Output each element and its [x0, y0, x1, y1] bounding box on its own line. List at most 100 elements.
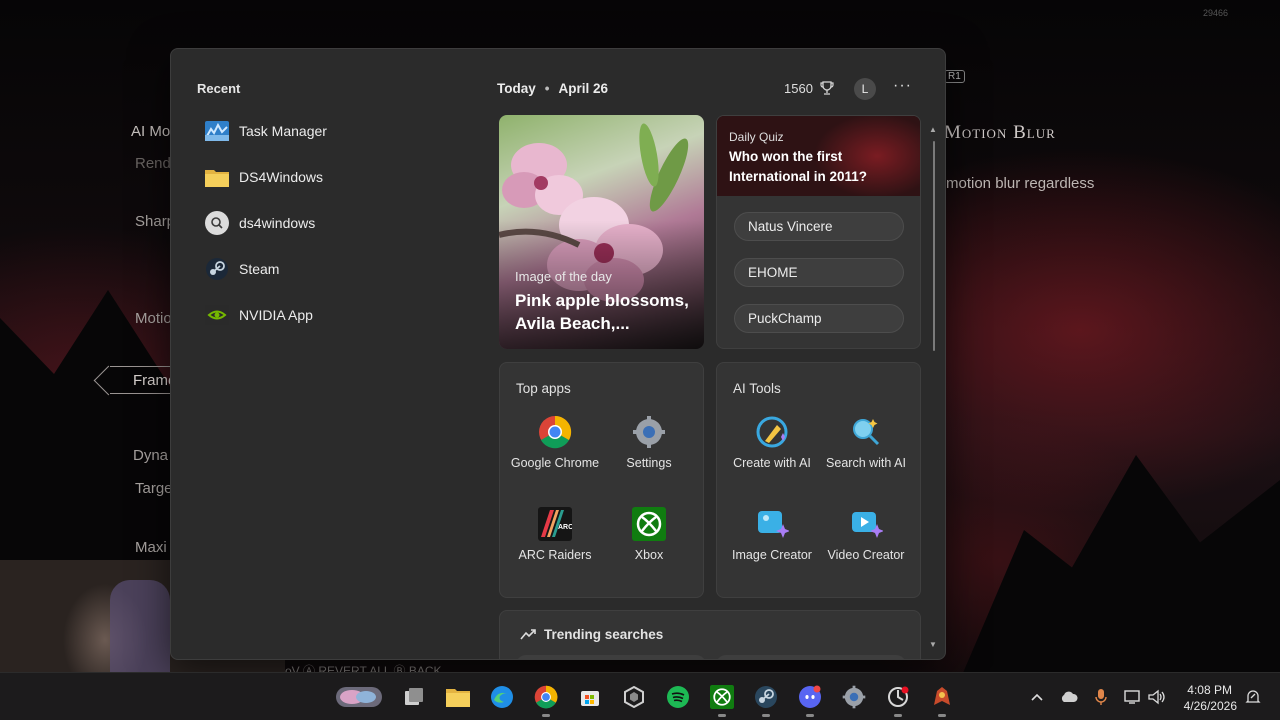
today-label: Today [497, 81, 536, 96]
discord-icon[interactable] [798, 685, 822, 717]
recent-item-label: NVIDIA App [239, 307, 313, 323]
game-menu-item: Targe [135, 480, 173, 497]
recent-title: Recent [197, 81, 241, 96]
game-menu-item: Maxi [135, 539, 167, 556]
recent-item-label: ds4windows [239, 215, 316, 231]
app-tile-xbox[interactable]: Xbox [602, 507, 696, 563]
trending-searches-title: Trending searches [544, 627, 664, 642]
controller-hint-r1: R1 [944, 70, 965, 83]
app-label: Google Chrome [510, 456, 600, 470]
chevron-up-icon[interactable] [1027, 687, 1047, 707]
recent-item-label: Steam [239, 261, 280, 277]
trending-pill[interactable] [516, 655, 706, 659]
steam-taskbar-icon[interactable] [754, 685, 778, 717]
image-of-the-day-label: Image of the day [515, 269, 612, 284]
image-of-the-day-title: Pink apple blossoms, Avila Beach,... [515, 291, 689, 333]
game-menu-item: Dyna [133, 447, 169, 464]
ai-tile-create-with-ai[interactable]: Create with AI [725, 415, 819, 471]
recent-item-steam[interactable]: Steam [205, 253, 455, 285]
ai-tools-title: AI Tools [733, 381, 781, 396]
clock-date[interactable]: 4/26/2026 [1184, 699, 1237, 713]
app-tile-arc-raiders[interactable]: ARC ARC Raiders [508, 507, 602, 563]
edge-icon[interactable] [490, 685, 514, 709]
trending-icon [520, 627, 536, 641]
date-label: April 26 [558, 81, 609, 96]
nvidia-icon [205, 303, 229, 327]
taskbar: 4:08 PM 4/26/2026 [0, 672, 1280, 720]
ai-tool-label: Search with AI [826, 456, 906, 470]
microphone-icon[interactable] [1091, 687, 1111, 707]
ai-tool-label: Create with AI [733, 456, 811, 470]
app-tile-google-chrome[interactable]: Google Chrome [508, 415, 602, 471]
ai-tile-search-with-ai[interactable]: Search with AI [819, 415, 913, 471]
settings-icon [632, 415, 666, 449]
mountain-silhouette [960, 455, 1280, 680]
ai-tools-card: AI Tools Create with AI Search with AI I… [716, 362, 921, 598]
network-icon[interactable] [1123, 687, 1143, 707]
ai-tool-label: Image Creator [732, 548, 812, 562]
ai-tool-label: Video Creator [827, 548, 905, 562]
watermark: 29466 [1202, 8, 1228, 18]
recent-item-ds4windows-search[interactable]: ds4windows [205, 207, 455, 239]
quiz-option[interactable]: EHOME [734, 258, 904, 287]
trending-pill[interactable] [716, 655, 906, 659]
xbox-taskbar-icon[interactable] [710, 685, 734, 717]
game-menu-item: Rend [135, 155, 171, 172]
widgets-panel: Recent Task Manager DS4Windows ds4window… [170, 48, 946, 660]
folder-icon [205, 165, 229, 189]
image-of-the-day-card[interactable]: Image of the day Pink apple blossoms, Av… [499, 115, 704, 349]
quiz-option[interactable]: Natus Vincere [734, 212, 904, 241]
xbox-icon [632, 507, 666, 541]
clock-time[interactable]: 4:08 PM [1187, 683, 1232, 697]
recent-item-label: DS4Windows [239, 169, 324, 185]
game-menu-item: Motio [135, 310, 172, 327]
steam-icon [205, 257, 229, 281]
daily-quiz-card: Daily Quiz Who won the first Internation… [716, 115, 921, 349]
game-app-icon[interactable] [930, 685, 954, 717]
mountain-silhouette [0, 290, 180, 570]
ai-tile-image-creator[interactable]: Image Creator [725, 507, 819, 563]
app-label: Xbox [634, 548, 664, 562]
widgets-weather-icon[interactable] [334, 685, 384, 709]
overlay-app-icon[interactable] [886, 685, 910, 717]
scroll-down-arrow[interactable]: ▼ [929, 640, 939, 650]
top-apps-title: Top apps [516, 381, 571, 396]
chrome-icon [538, 415, 572, 449]
notification-icon[interactable] [1243, 687, 1263, 707]
recent-item-task-manager[interactable]: Task Manager [205, 115, 455, 147]
app-label: Settings [626, 456, 672, 470]
recent-item-nvidia-app[interactable]: NVIDIA App [205, 299, 455, 331]
hexagon-app-icon[interactable] [622, 685, 646, 709]
scroll-up-arrow[interactable]: ▲ [929, 125, 939, 135]
settings-taskbar-icon[interactable] [842, 685, 866, 709]
search-ai-icon [849, 415, 883, 449]
volume-icon[interactable] [1147, 687, 1167, 707]
more-options-button[interactable]: ··· [893, 77, 912, 95]
chrome-taskbar-icon[interactable] [534, 685, 558, 717]
game-setting-description: motion blur regardless [946, 175, 1095, 192]
avatar[interactable]: L [854, 78, 876, 100]
rewards-points[interactable]: 1560 [784, 81, 813, 96]
quiz-option[interactable]: PuckChamp [734, 304, 904, 333]
microsoft-store-icon[interactable] [578, 685, 602, 709]
quiz-question: Who won the first International in 2011? [729, 149, 868, 184]
trending-searches-card[interactable]: Trending searches [499, 610, 921, 659]
search-icon [205, 211, 229, 235]
game-menu-item: AI Mo [131, 123, 171, 140]
today-date-header: Today • April 26 [497, 81, 608, 96]
svg-text:ARC: ARC [558, 524, 572, 531]
separator-dot: • [544, 81, 550, 96]
arc-raiders-icon: ARC [538, 507, 572, 541]
file-explorer-icon[interactable] [446, 685, 470, 709]
trophy-icon[interactable] [819, 80, 835, 96]
task-manager-icon [205, 119, 229, 143]
image-creator-icon [755, 507, 789, 541]
create-ai-icon [755, 415, 789, 449]
scrollbar-thumb[interactable] [933, 141, 935, 351]
onedrive-icon[interactable] [1059, 687, 1079, 707]
spotify-icon[interactable] [666, 685, 690, 709]
task-view-icon[interactable] [402, 685, 426, 709]
ai-tile-video-creator[interactable]: Video Creator [819, 507, 913, 563]
recent-item-ds4windows-folder[interactable]: DS4Windows [205, 161, 455, 193]
app-tile-settings[interactable]: Settings [602, 415, 696, 471]
